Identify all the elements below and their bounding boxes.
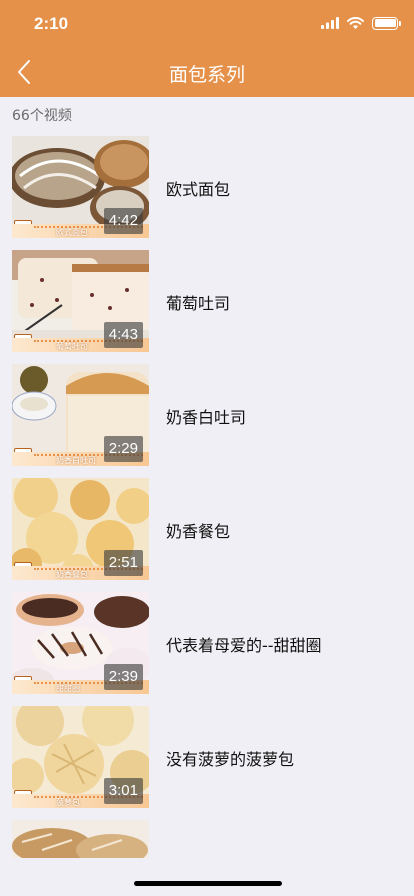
video-thumbnail[interactable]: 甜甜圈 2:39: [12, 592, 149, 694]
video-list[interactable]: 欧式面包 4:42 欧式面包 葡萄吐司 4:43 葡萄吐司 奶香白吐司 2:29…: [0, 136, 414, 858]
thumbnail-caption: 菠萝包: [56, 798, 80, 807]
duration-badge: 2:39: [103, 664, 143, 690]
thumbnail-caption: 奶香餐包: [56, 570, 88, 579]
duration-badge: 4:42: [103, 208, 143, 234]
duration-badge: 4:43: [103, 322, 143, 348]
video-thumbnail[interactable]: 菠萝包 3:01: [12, 706, 149, 808]
video-count: 66个视频: [12, 108, 72, 124]
video-title[interactable]: 代表着母爱的--甜甜圈: [166, 632, 322, 656]
video-item[interactable]: 葡萄吐司 4:43 葡萄吐司: [0, 250, 414, 364]
video-item[interactable]: [0, 820, 414, 858]
duration-badge: 3:01: [103, 778, 143, 804]
thumbnail-caption: 欧式面包: [56, 228, 88, 237]
thumbnail-caption: 葡萄吐司: [56, 342, 88, 351]
video-item[interactable]: 菠萝包 3:01 没有菠萝的菠萝包: [0, 706, 414, 820]
video-thumbnail[interactable]: 葡萄吐司 4:43: [12, 250, 149, 352]
page-title: 面包系列: [168, 64, 245, 86]
video-title[interactable]: 奶香餐包: [166, 518, 230, 542]
status-time: 2:10: [34, 14, 69, 33]
video-thumbnail[interactable]: 奶香餐包 2:51: [12, 478, 149, 580]
duration-badge: 2:29: [103, 436, 143, 462]
video-title[interactable]: 奶香白吐司: [166, 404, 246, 428]
thumbnail-caption: 甜甜圈: [56, 684, 80, 693]
video-thumbnail[interactable]: 欧式面包 4:42: [12, 136, 149, 238]
video-thumbnail[interactable]: 奶香白吐司 2:29: [12, 364, 149, 466]
video-item[interactable]: 奶香白吐司 2:29 奶香白吐司: [0, 364, 414, 478]
duration-badge: 2:51: [103, 550, 143, 576]
signal-icon: [321, 17, 339, 29]
video-thumbnail[interactable]: [12, 820, 149, 858]
video-item[interactable]: 欧式面包 4:42 欧式面包: [0, 136, 414, 250]
navigation-bar: 面包系列: [0, 48, 414, 97]
thumbnail-caption: 奶香白吐司: [56, 456, 96, 465]
video-title[interactable]: 欧式面包: [166, 176, 230, 200]
thumbnail-image: [12, 820, 149, 858]
wifi-icon: [347, 17, 364, 29]
video-item[interactable]: 奶香餐包 2:51 奶香餐包: [0, 478, 414, 592]
video-title[interactable]: 没有菠萝的菠萝包: [166, 746, 294, 770]
status-bar: 2:10: [0, 0, 414, 48]
battery-icon: [372, 16, 401, 30]
home-indicator[interactable]: [134, 881, 282, 886]
video-title[interactable]: 葡萄吐司: [166, 290, 230, 314]
home-indicator-bar: [0, 858, 414, 896]
status-icons: [321, 15, 401, 31]
video-item[interactable]: 甜甜圈 2:39 代表着母爱的--甜甜圈: [0, 592, 414, 706]
